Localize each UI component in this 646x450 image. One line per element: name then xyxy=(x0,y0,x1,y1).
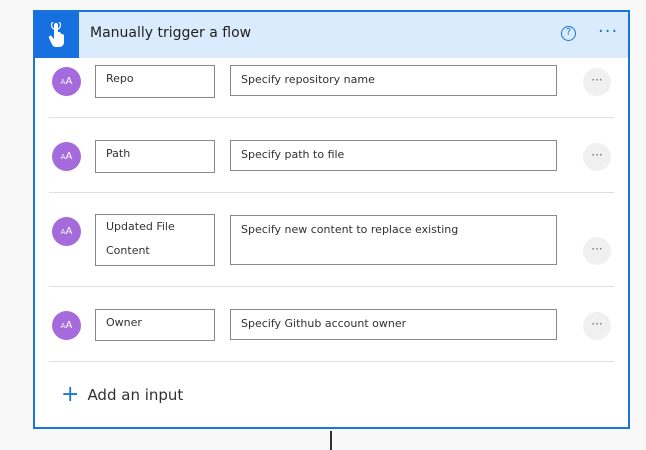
input-more-button[interactable]: ··· xyxy=(583,237,611,265)
row-divider xyxy=(49,361,614,362)
add-input-button[interactable]: + Add an input xyxy=(61,382,184,407)
row-divider xyxy=(49,117,614,118)
text-input-type-icon: AA xyxy=(52,311,81,340)
input-description-field[interactable]: Specify path to file xyxy=(230,140,557,171)
hand-touch-icon xyxy=(48,22,64,47)
input-description-field[interactable]: Specify repository name xyxy=(230,65,557,96)
trigger-tile xyxy=(35,12,79,58)
input-more-button[interactable]: ··· xyxy=(583,68,611,96)
plus-icon: + xyxy=(61,382,80,407)
input-description-field[interactable]: Specify Github account owner xyxy=(230,309,557,340)
text-input-type-icon: AA xyxy=(52,217,81,246)
input-name-field[interactable]: Repo xyxy=(95,65,215,98)
input-name-field[interactable]: Path xyxy=(95,140,215,173)
text-input-type-icon: AA xyxy=(52,142,81,171)
input-description-field[interactable]: Specify new content to replace existing xyxy=(230,215,557,265)
row-divider xyxy=(49,286,614,287)
card-header[interactable]: Manually trigger a flow ? ··· xyxy=(35,12,628,58)
input-name-field[interactable]: Owner xyxy=(95,309,215,341)
input-name-field[interactable]: Updated File Content xyxy=(95,214,215,266)
trigger-card: Manually trigger a flow ? ··· AA Repo Sp… xyxy=(33,10,630,429)
card-title: Manually trigger a flow xyxy=(90,25,252,41)
row-divider xyxy=(49,192,614,193)
input-more-button[interactable]: ··· xyxy=(583,312,611,340)
text-input-type-icon: AA xyxy=(52,67,81,96)
more-options-icon[interactable]: ··· xyxy=(598,23,618,41)
add-input-label: Add an input xyxy=(87,386,184,404)
input-more-button[interactable]: ··· xyxy=(583,143,611,171)
flow-connector-line xyxy=(330,431,332,450)
help-icon[interactable]: ? xyxy=(561,26,576,41)
